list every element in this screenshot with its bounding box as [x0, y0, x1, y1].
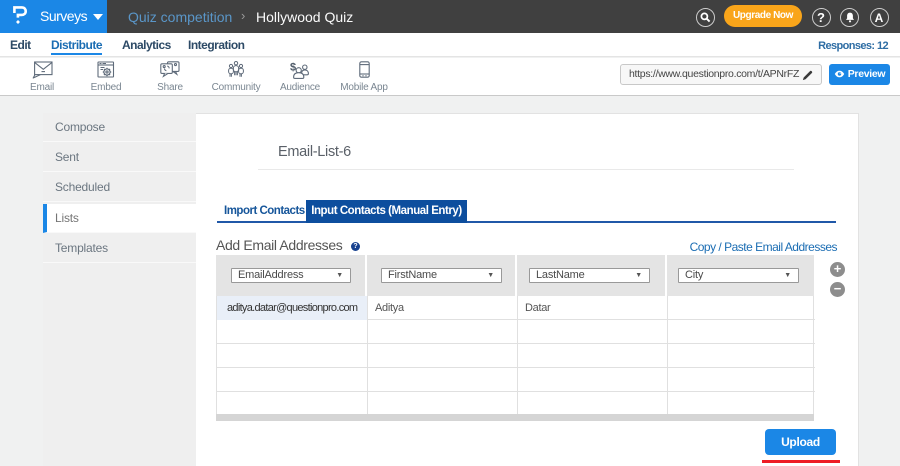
svg-text:$: $: [290, 62, 296, 74]
